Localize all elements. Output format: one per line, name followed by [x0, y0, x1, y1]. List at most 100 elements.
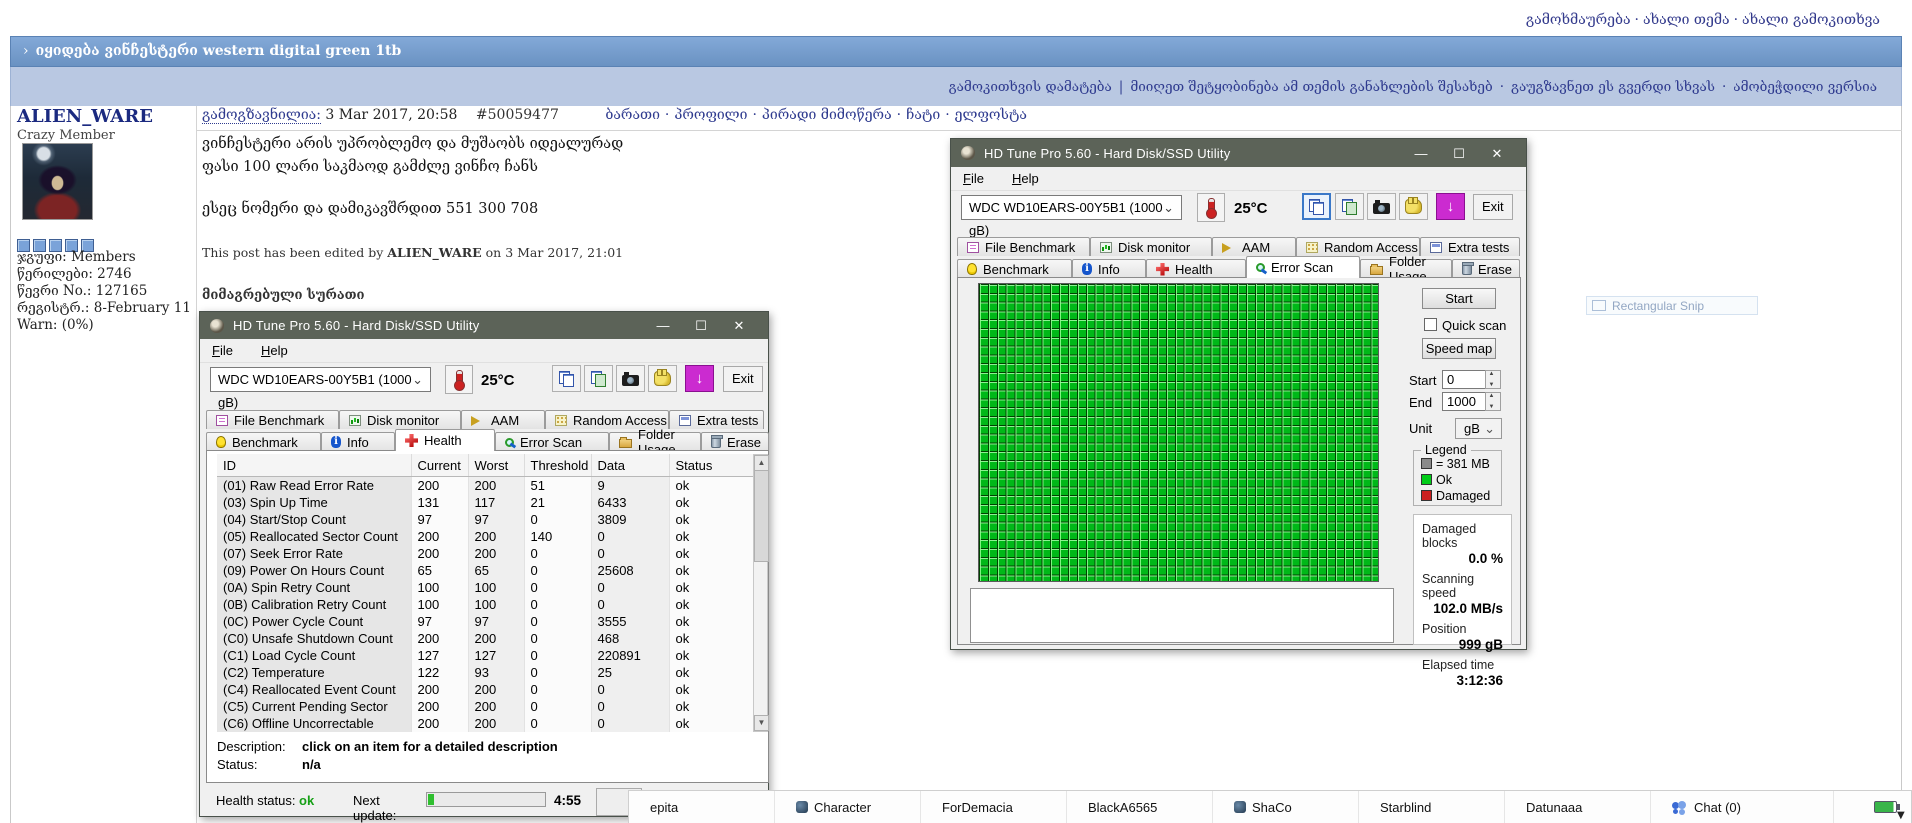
temperature-button[interactable] — [1197, 193, 1225, 222]
taskbar-item-fordemacia[interactable]: ForDemacia — [921, 791, 1067, 823]
posted-link[interactable]: გამოგზავნილია: — [202, 107, 321, 124]
drive-select[interactable]: WDC WD10EARS-00Y5B1 (1000 gB)⌄ — [961, 195, 1182, 220]
tab-benchmark[interactable]: Benchmark — [206, 432, 321, 451]
end-field[interactable]: 1000 — [1442, 392, 1486, 411]
tab-disk-monitor[interactable]: Disk monitor — [339, 410, 461, 429]
taskbar-item-datunaaa[interactable]: Datunaaa — [1505, 791, 1651, 823]
maximize-button[interactable]: ☐ — [682, 312, 720, 339]
smart-row[interactable]: (C6) Offline Uncorrectable 200 200 0 0 o… — [217, 715, 753, 732]
options-button[interactable] — [648, 365, 677, 392]
speed-map-button[interactable]: Speed map — [1422, 338, 1496, 359]
temperature-button[interactable] — [445, 365, 473, 394]
post-action-link[interactable]: პირადი მიმოწერა — [762, 107, 892, 123]
smart-row[interactable]: (09) Power On Hours Count 65 65 0 25608 … — [217, 562, 753, 579]
smart-row[interactable]: (01) Raw Read Error Rate 200 200 51 9 ok — [217, 477, 753, 495]
smart-row[interactable]: (C1) Load Cycle Count 127 127 0 220891 o… — [217, 647, 753, 664]
options-button[interactable] — [1399, 193, 1428, 220]
smart-row[interactable]: (C2) Temperature 122 93 0 25 ok — [217, 664, 753, 681]
taskbar-item-starblind[interactable]: Starblind — [1359, 791, 1505, 823]
post-action-link[interactable]: ჩატი — [906, 107, 940, 123]
topic-subbar-link[interactable]: ამობეჭდილი ვერსია — [1733, 79, 1877, 95]
tab-health[interactable]: Health — [1146, 259, 1246, 278]
tab-info[interactable]: Info — [321, 432, 395, 451]
smart-row[interactable]: (03) Spin Up Time 131 117 21 6433 ok — [217, 494, 753, 511]
tab-file-benchmark[interactable]: File Benchmark — [957, 237, 1090, 256]
topic-subbar-link[interactable]: გაუგზავნეთ ეს გვერდი სხვას — [1511, 79, 1715, 95]
tab-error-scan[interactable]: Error Scan — [1246, 256, 1360, 278]
menu-file[interactable]: File — [212, 343, 233, 358]
start-spinner[interactable] — [1485, 370, 1501, 389]
scroll-down-icon[interactable]: ▼ — [754, 715, 769, 731]
smart-row[interactable]: (C0) Unsafe Shutdown Count 200 200 0 468… — [217, 630, 753, 647]
smart-column-header[interactable]: Worst — [468, 454, 524, 477]
exit-button[interactable]: Exit — [1473, 194, 1513, 220]
smart-row[interactable]: (07) Seek Error Rate 200 200 0 0 ok — [217, 545, 753, 562]
start-field[interactable]: 0 — [1442, 370, 1486, 389]
tab-aam[interactable]: AAM — [1212, 237, 1296, 256]
window-title-bar[interactable]: HD Tune Pro 5.60 - Hard Disk/SSD Utility… — [200, 312, 768, 339]
forum-top-link[interactable]: ახალი გამოკითხვა — [1742, 12, 1880, 28]
tab-info[interactable]: Info — [1072, 259, 1146, 278]
smart-column-header[interactable]: Current — [411, 454, 468, 477]
scroll-up-icon[interactable]: ▲ — [754, 455, 769, 471]
taskbar-item-epita[interactable]: epita — [629, 791, 775, 823]
smart-row[interactable]: (0C) Power Cycle Count 97 97 0 3555 ok — [217, 613, 753, 630]
minimize-button[interactable]: — — [644, 312, 682, 339]
tab-benchmark[interactable]: Benchmark — [957, 259, 1072, 278]
smart-row[interactable]: (05) Reallocated Sector Count 200 200 14… — [217, 528, 753, 545]
update-button[interactable]: ↓ — [685, 365, 714, 392]
smart-row[interactable]: (C5) Current Pending Sector 200 200 0 0 … — [217, 698, 753, 715]
username-link[interactable]: ALIEN_WARE — [17, 106, 153, 127]
smart-row[interactable]: (04) Start/Stop Count 97 97 0 3809 ok — [217, 511, 753, 528]
post-action-link[interactable]: ბარათი — [605, 107, 660, 123]
forum-top-link[interactable]: ახალი თემა — [1643, 12, 1730, 28]
table-scrollbar[interactable]: ▲ ▼ — [753, 454, 768, 732]
drive-select[interactable]: WDC WD10EARS-00Y5B1 (1000 gB)⌄ — [210, 367, 431, 392]
save-screenshot-button[interactable] — [1335, 193, 1364, 220]
tab-folder-usage[interactable]: Folder Usage — [1360, 259, 1452, 278]
post-action-link[interactable]: ელფოსტა — [955, 107, 1027, 123]
smart-column-header[interactable]: Status — [669, 454, 753, 477]
scrollbar-thumb[interactable] — [754, 470, 769, 562]
battery-icon[interactable] — [1874, 801, 1897, 813]
menu-file[interactable]: File — [963, 171, 984, 186]
taskbar-item-character[interactable]: Character — [775, 791, 921, 823]
taskbar-item-shaco[interactable]: ShaCo — [1213, 791, 1359, 823]
end-spinner[interactable] — [1485, 392, 1501, 411]
taskbar-item-chat-0-[interactable]: Chat (0) — [1651, 791, 1834, 823]
smart-row[interactable]: (0B) Calibration Retry Count 100 100 0 0… — [217, 596, 753, 613]
copy-button[interactable] — [1302, 193, 1331, 220]
tab-aam[interactable]: AAM — [461, 410, 545, 429]
smart-row[interactable]: (0A) Spin Retry Count 100 100 0 0 ok — [217, 579, 753, 596]
smart-column-header[interactable]: Data — [591, 454, 669, 477]
maximize-button[interactable]: ☐ — [1440, 140, 1478, 167]
start-scan-button[interactable]: Start — [1422, 288, 1496, 309]
tab-folder-usage[interactable]: Folder Usage — [609, 432, 701, 451]
tab-disk-monitor[interactable]: Disk monitor — [1090, 237, 1212, 256]
post-action-link[interactable]: პროფილი — [674, 107, 747, 123]
menu-help[interactable]: Help — [1012, 171, 1039, 186]
forum-top-link[interactable]: გამოხმაურება — [1526, 12, 1631, 28]
topic-subbar-link[interactable]: გამოკითხვის დამატება — [949, 79, 1112, 95]
tab-file-benchmark[interactable]: File Benchmark — [206, 410, 339, 429]
minimize-button[interactable]: — — [1402, 140, 1440, 167]
smart-column-header[interactable]: Threshold — [524, 454, 591, 477]
smart-row[interactable]: (C4) Reallocated Event Count 200 200 0 0… — [217, 681, 753, 698]
tab-error-scan[interactable]: Error Scan — [495, 432, 609, 451]
tab-health[interactable]: Health — [395, 429, 495, 451]
copy-button[interactable] — [552, 365, 581, 392]
save-screenshot-button[interactable] — [584, 365, 613, 392]
close-button[interactable]: ✕ — [1478, 140, 1516, 167]
menu-help[interactable]: Help — [261, 343, 288, 358]
topic-subbar-link[interactable]: მიიღეთ შეტყობინება ამ თემის განახლების შ… — [1130, 79, 1492, 95]
close-button[interactable]: ✕ — [720, 312, 758, 339]
window-title-bar[interactable]: HD Tune Pro 5.60 - Hard Disk/SSD Utility… — [951, 139, 1526, 167]
taskbar-item-blacka6565[interactable]: BlackA6565 — [1067, 791, 1213, 823]
screenshot-button[interactable] — [616, 365, 645, 392]
tab-erase[interactable]: Erase — [701, 432, 769, 451]
scroll-corner-arrow-icon[interactable]: ▼ — [1897, 810, 1905, 821]
quick-scan-checkbox[interactable] — [1424, 318, 1437, 331]
tab-erase[interactable]: Erase — [1452, 259, 1520, 278]
unit-dropdown[interactable]: gB⌄ — [1455, 418, 1502, 439]
smart-column-header[interactable]: ID — [217, 454, 411, 477]
